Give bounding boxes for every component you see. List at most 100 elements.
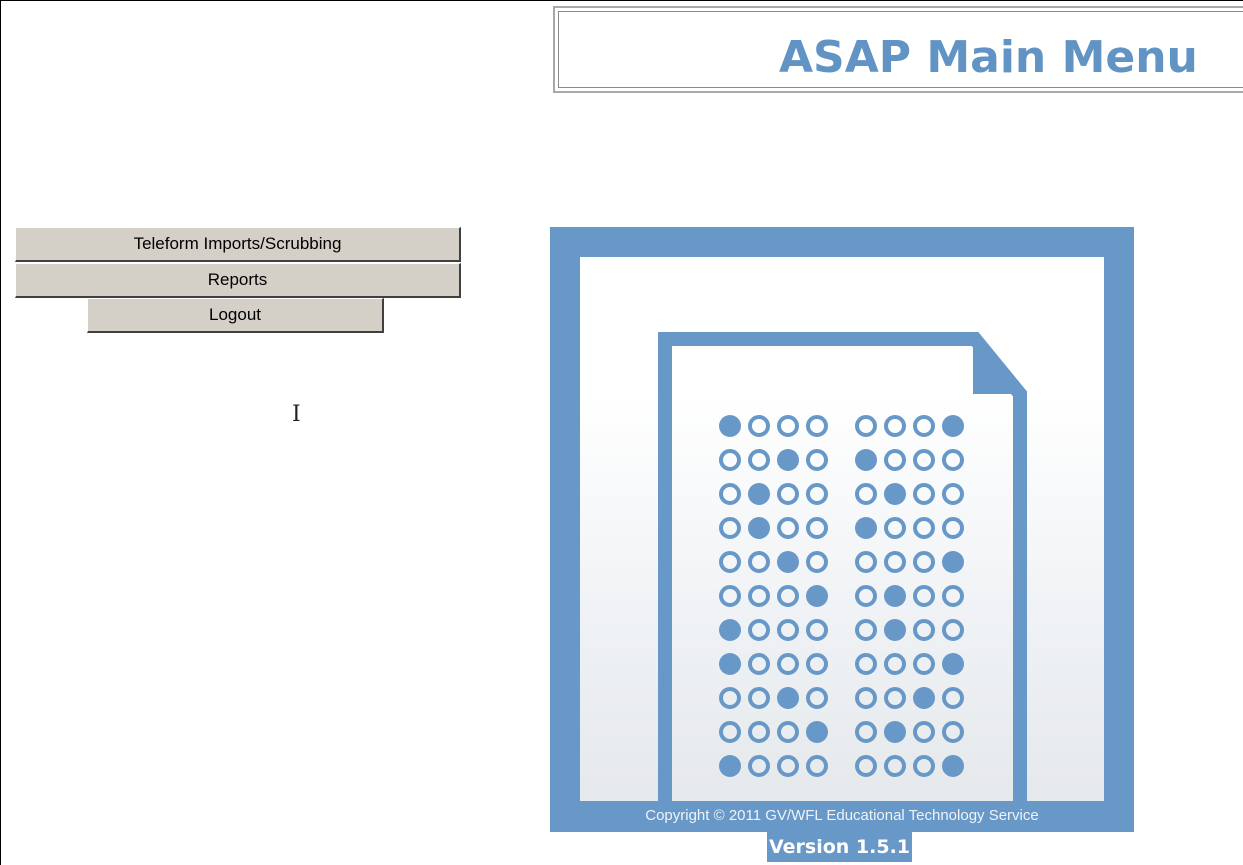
window-frame-left — [0, 0, 1, 865]
empty-bubble — [913, 517, 935, 539]
empty-bubble — [719, 517, 741, 539]
empty-bubble — [777, 585, 799, 607]
empty-bubble — [913, 653, 935, 675]
empty-bubble — [855, 551, 877, 573]
filled-bubble — [913, 687, 935, 709]
empty-bubble — [942, 619, 964, 641]
filled-bubble — [884, 619, 906, 641]
empty-bubble — [884, 517, 906, 539]
empty-bubble — [884, 653, 906, 675]
filled-bubble — [748, 483, 770, 505]
filled-bubble — [884, 585, 906, 607]
filled-bubble — [748, 517, 770, 539]
empty-bubble — [884, 551, 906, 573]
empty-bubble — [884, 415, 906, 437]
filled-bubble — [884, 483, 906, 505]
empty-bubble — [806, 551, 828, 573]
empty-bubble — [884, 755, 906, 777]
empty-bubble — [884, 687, 906, 709]
empty-bubble — [913, 755, 935, 777]
empty-bubble — [748, 653, 770, 675]
empty-bubble — [719, 721, 741, 743]
filled-bubble — [806, 721, 828, 743]
copyright-text: Copyright © 2011 GV/WFL Educational Tech… — [645, 807, 1039, 824]
empty-bubble — [913, 585, 935, 607]
window-frame-top — [0, 0, 1243, 1]
empty-bubble — [777, 517, 799, 539]
empty-bubble — [855, 653, 877, 675]
reports-button[interactable]: Reports — [15, 263, 461, 298]
empty-bubble — [855, 721, 877, 743]
empty-bubble — [777, 415, 799, 437]
empty-bubble — [748, 415, 770, 437]
version-label: Version 1.5.1 — [767, 832, 912, 862]
empty-bubble — [777, 619, 799, 641]
empty-bubble — [748, 585, 770, 607]
empty-bubble — [913, 483, 935, 505]
filled-bubble — [719, 415, 741, 437]
bubble-grid — [719, 415, 964, 777]
filled-bubble — [719, 653, 741, 675]
empty-bubble — [855, 687, 877, 709]
empty-bubble — [777, 755, 799, 777]
empty-bubble — [806, 415, 828, 437]
empty-bubble — [719, 449, 741, 471]
page-title: ASAP Main Menu — [779, 32, 1198, 83]
filled-bubble — [719, 619, 741, 641]
teleform-imports-button[interactable]: Teleform Imports/Scrubbing — [15, 227, 461, 262]
empty-bubble — [942, 721, 964, 743]
title-banner: ASAP Main Menu — [553, 6, 1243, 93]
empty-bubble — [748, 721, 770, 743]
empty-bubble — [719, 687, 741, 709]
empty-bubble — [806, 517, 828, 539]
empty-bubble — [719, 551, 741, 573]
empty-bubble — [748, 619, 770, 641]
empty-bubble — [884, 449, 906, 471]
logout-button[interactable]: Logout — [87, 298, 384, 333]
empty-bubble — [806, 687, 828, 709]
empty-bubble — [942, 687, 964, 709]
empty-bubble — [855, 585, 877, 607]
empty-bubble — [748, 687, 770, 709]
filled-bubble — [942, 653, 964, 675]
empty-bubble — [855, 483, 877, 505]
empty-bubble — [913, 415, 935, 437]
answer-sheet-outline — [665, 332, 1027, 812]
empty-bubble — [806, 755, 828, 777]
empty-bubble — [913, 551, 935, 573]
filled-bubble — [777, 687, 799, 709]
text-cursor-icon: I — [292, 402, 301, 427]
empty-bubble — [913, 721, 935, 743]
empty-bubble — [855, 415, 877, 437]
empty-bubble — [806, 619, 828, 641]
empty-bubble — [942, 585, 964, 607]
empty-bubble — [719, 483, 741, 505]
empty-bubble — [777, 721, 799, 743]
empty-bubble — [942, 449, 964, 471]
asap-logo: Copyright © 2011 GV/WFL Educational Tech… — [550, 227, 1134, 832]
empty-bubble — [806, 653, 828, 675]
empty-bubble — [913, 449, 935, 471]
empty-bubble — [748, 755, 770, 777]
filled-bubble — [942, 551, 964, 573]
empty-bubble — [719, 585, 741, 607]
filled-bubble — [777, 449, 799, 471]
empty-bubble — [748, 449, 770, 471]
empty-bubble — [777, 653, 799, 675]
filled-bubble — [777, 551, 799, 573]
empty-bubble — [777, 483, 799, 505]
bubble-answer-sheet-icon — [658, 332, 1027, 812]
empty-bubble — [855, 755, 877, 777]
filled-bubble — [884, 721, 906, 743]
filled-bubble — [806, 585, 828, 607]
filled-bubble — [719, 755, 741, 777]
filled-bubble — [942, 415, 964, 437]
filled-bubble — [855, 517, 877, 539]
empty-bubble — [806, 483, 828, 505]
empty-bubble — [806, 449, 828, 471]
filled-bubble — [942, 755, 964, 777]
empty-bubble — [942, 483, 964, 505]
empty-bubble — [913, 619, 935, 641]
empty-bubble — [942, 517, 964, 539]
empty-bubble — [855, 619, 877, 641]
